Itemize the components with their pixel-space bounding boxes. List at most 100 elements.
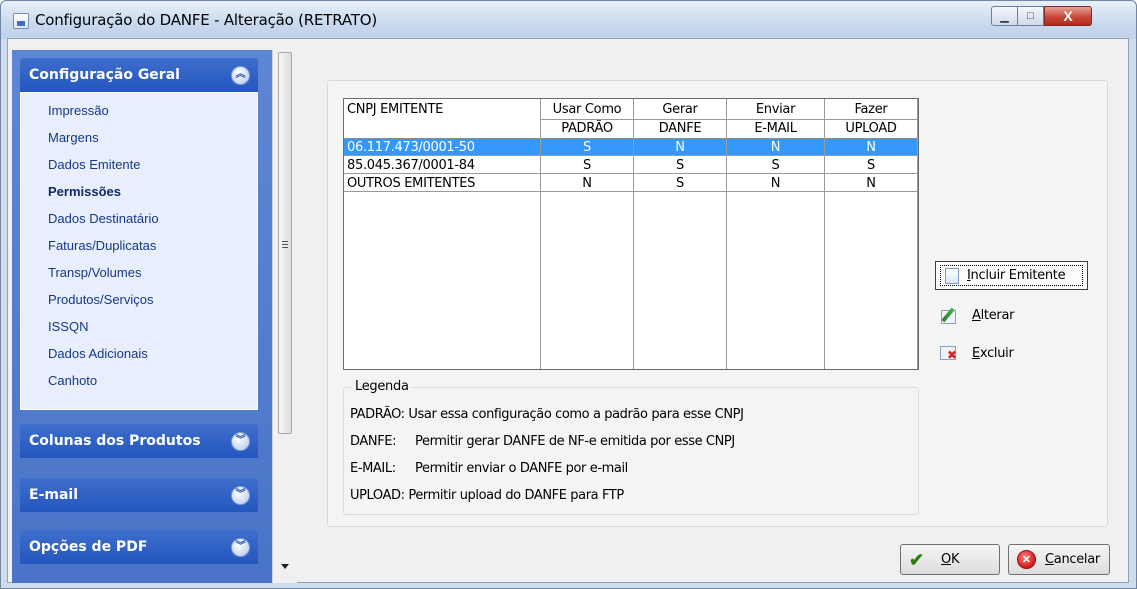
nav-item-dados-adicionais[interactable]: Dados Adicionais [48, 346, 148, 361]
splitter-scrollbar[interactable] [272, 50, 297, 583]
column-header-upload-line1[interactable]: Fazer [825, 101, 917, 118]
navigation-panel: Configuração Geral ︽ Impressão Margens D… [12, 50, 272, 583]
close-button[interactable]: X [1044, 6, 1092, 26]
column-header-cnpj[interactable]: CNPJ EMITENTE [347, 101, 537, 118]
alterar-label: Alterar [972, 307, 1015, 323]
ok-button[interactable]: ✔ OK [900, 544, 1000, 575]
column-divider [540, 99, 541, 369]
column-header-upload-line2[interactable]: UPLOAD [825, 120, 917, 137]
cell-email: N [770, 176, 781, 191]
cell-danfe: N [675, 140, 685, 155]
column-divider [726, 99, 727, 369]
nav-item-impressao[interactable]: Impressão [48, 103, 109, 118]
excluir-button[interactable]: Excluir [940, 341, 1014, 365]
group-label: E-mail [29, 487, 79, 503]
cell-cnpj: OUTROS EMITENTES [347, 176, 476, 191]
permissions-grid[interactable]: CNPJ EMITENTE Usar Como PADRÃO Gerar DAN… [343, 98, 919, 370]
column-divider [917, 99, 918, 369]
nav-item-canhoto[interactable]: Canhoto [48, 373, 97, 388]
group-header-colunas-produtos[interactable]: Colunas dos Produtos ︾ [20, 424, 258, 458]
group-header-configuracao-geral[interactable]: Configuração Geral ︽ [20, 58, 258, 92]
incluir-emitente-label: Incluir Emitente [967, 268, 1066, 283]
legend-key: PADRÃO: [350, 407, 405, 422]
group-header-opcoes-pdf[interactable]: Opções de PDF ︾ [20, 530, 258, 564]
legend-line-upload: UPLOAD: Permitir upload do DANFE para FT… [350, 488, 624, 503]
expand-icon[interactable]: ︾ [231, 485, 250, 505]
group-label: Colunas dos Produtos [29, 433, 201, 449]
ok-label: OK [941, 552, 960, 567]
focus-rect: Incluir Emitente [940, 265, 1083, 286]
header-divider [540, 119, 918, 120]
group-header-email[interactable]: E-mail ︾ [20, 478, 258, 512]
grid-header: CNPJ EMITENTE Usar Como PADRÃO Gerar DAN… [344, 99, 918, 139]
group-body-configuracao-geral: Impressão Margens Dados Emitente Permiss… [20, 92, 258, 410]
column-header-danfe-line2[interactable]: DANFE [634, 120, 726, 137]
excluir-label: Excluir [972, 345, 1014, 361]
cell-cnpj: 85.045.367/0001-84 [347, 158, 475, 173]
cell-email: N [770, 140, 781, 155]
delete-icon [940, 344, 958, 362]
group-label: Opções de PDF [29, 539, 148, 555]
legend-line-danfe: DANFE: Permitir gerar DANFE de NF-e emiti… [350, 434, 735, 449]
cell-upload: N [866, 140, 876, 155]
legend-title: Legenda [352, 379, 412, 394]
cancel-x-icon: ✕ [1017, 550, 1036, 569]
nav-item-faturas-duplicatas[interactable]: Faturas/Duplicatas [48, 238, 156, 253]
nav-item-margens[interactable]: Margens [48, 130, 99, 145]
column-header-padrao-line1[interactable]: Usar Como [541, 101, 633, 118]
legend-text: Usar essa configuração como a padrão par… [408, 407, 744, 422]
legend-text: Permitir gerar DANFE de NF-e emitida por… [415, 434, 735, 449]
minimize-button[interactable]: ▁ [991, 6, 1018, 26]
cell-padrao: N [582, 176, 592, 191]
nav-item-issqn[interactable]: ISSQN [48, 319, 88, 334]
expand-icon[interactable]: ︾ [231, 537, 250, 557]
legend-key: DANFE: [350, 434, 397, 449]
new-document-icon [945, 267, 959, 284]
collapse-icon[interactable]: ︽ [231, 65, 250, 85]
app-icon [13, 13, 29, 29]
table-row[interactable]: 85.045.367/0001-84 S S S S [344, 157, 918, 174]
group-label: Configuração Geral [29, 67, 180, 83]
legend-key: E-MAIL: [350, 461, 396, 476]
window-title: Configuração do DANFE - Alteração (RETRA… [35, 11, 377, 29]
nav-item-transp-volumes[interactable]: Transp/Volumes [48, 265, 141, 280]
edit-pencil-icon [940, 306, 958, 324]
nav-item-dados-emitente[interactable]: Dados Emitente [48, 157, 141, 172]
checkmark-icon: ✔ [909, 549, 925, 570]
legend-key: UPLOAD: [350, 488, 405, 503]
cancel-label: Cancelar [1045, 552, 1100, 567]
grip-icon [282, 241, 288, 250]
cell-danfe: S [676, 158, 684, 173]
alterar-button[interactable]: Alterar [940, 303, 1014, 327]
maximize-button[interactable]: □ [1017, 6, 1044, 26]
expand-icon[interactable]: ︾ [231, 431, 250, 451]
column-header-email-line1[interactable]: Enviar [727, 101, 824, 118]
cell-upload: S [867, 158, 875, 173]
scrollbar-thumb[interactable] [278, 52, 292, 434]
legend-text: Permitir enviar o DANFE por e-mail [415, 461, 628, 476]
cell-padrao: S [583, 158, 591, 173]
column-divider [824, 99, 825, 369]
legend-line-email: E-MAIL: Permitir enviar o DANFE por e-mai… [350, 461, 628, 476]
table-row[interactable]: OUTROS EMITENTES N S N N [344, 175, 918, 192]
cell-upload: N [866, 176, 876, 191]
nav-item-dados-destinatario[interactable]: Dados Destinatário [48, 211, 159, 226]
table-row[interactable]: 06.117.473/0001-50 S N N N [344, 139, 918, 156]
cell-email: S [771, 158, 780, 173]
legend-text: Permitir upload do DANFE para FTP [408, 488, 624, 503]
incluir-emitente-button[interactable]: Incluir Emitente [935, 261, 1088, 290]
scroll-down-arrow-icon[interactable] [281, 564, 289, 569]
legend-line-padrao: PADRÃO: Usar essa configuração como a pa… [350, 407, 744, 422]
cell-cnpj: 06.117.473/0001-50 [347, 140, 475, 155]
column-header-padrao-line2[interactable]: PADRÃO [541, 120, 633, 137]
cancel-button[interactable]: ✕ Cancelar [1008, 544, 1110, 575]
nav-item-produtos-servicos[interactable]: Produtos/Serviços [48, 292, 154, 307]
cell-danfe: S [676, 176, 684, 191]
column-header-email-line2[interactable]: E-MAIL [727, 120, 824, 137]
nav-item-permissoes[interactable]: Permissões [48, 184, 121, 199]
column-divider [633, 99, 634, 369]
cell-padrao: S [583, 140, 591, 155]
column-header-danfe-line1[interactable]: Gerar [634, 101, 726, 118]
title-bar[interactable]: Configuração do DANFE - Alteração (RETRA… [1, 1, 1136, 39]
legend-group: Legenda PADRÃO: Usar essa configuração c… [343, 379, 919, 515]
